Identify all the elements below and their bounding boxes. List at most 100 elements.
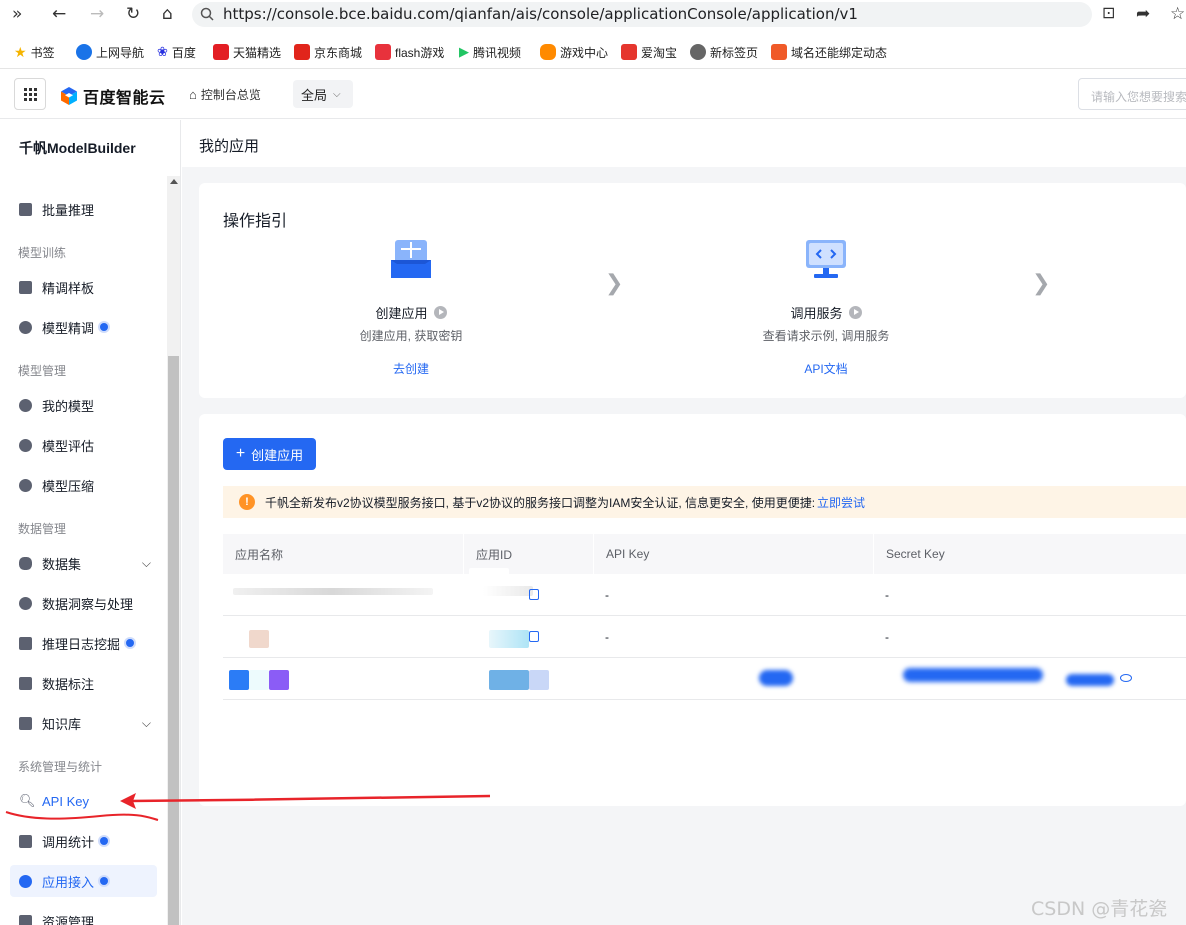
bookmark-item[interactable]: 上网导航: [76, 43, 144, 61]
column-header: 应用名称: [235, 547, 284, 562]
bookmark-label: 域名还能绑定动态: [791, 45, 887, 60]
bookmark-item[interactable]: 天猫精选: [213, 43, 281, 61]
bookmark-label: 书签: [30, 45, 55, 60]
stats-icon: [19, 834, 32, 848]
sidebar-scrollbar[interactable]: [167, 176, 180, 925]
forward-icon[interactable]: →: [90, 4, 104, 24]
bookmark-item[interactable]: 新标签页: [690, 43, 758, 61]
page-header: 我的应用: [182, 120, 1186, 167]
global-search-input[interactable]: 请输入您想要搜索: [1078, 78, 1186, 110]
play-video-icon[interactable]: [433, 306, 447, 319]
bookmark-item[interactable]: ★ 书签: [14, 43, 55, 61]
batch-icon: [19, 202, 32, 216]
sidebar-item-knowledge-base[interactable]: 知识库 ⌵: [10, 707, 157, 739]
chevron-down-icon: ⌵: [141, 715, 151, 730]
tmall-icon: [213, 44, 229, 60]
sidebar-item-cutoff: [40, 168, 100, 173]
bookmark-label: 百度: [171, 45, 196, 60]
eval-icon: [19, 438, 32, 452]
sidebar-item-resource-mgmt[interactable]: 资源管理: [10, 905, 157, 925]
sidebar-item-usage-stats[interactable]: 调用统计: [10, 825, 157, 857]
sidebar-item-model-compress[interactable]: 模型压缩: [10, 469, 157, 501]
bookmark-item[interactable]: ▶ 腾讯视频: [459, 43, 521, 61]
api-docs-link[interactable]: API文档: [726, 360, 926, 377]
sidebar-item-my-models[interactable]: 我的模型: [10, 389, 157, 421]
bookmark-label: 上网导航: [96, 45, 145, 60]
bookmark-item[interactable]: 京东商城: [294, 43, 362, 61]
bookmark-item[interactable]: 游戏中心: [540, 43, 608, 61]
bookmark-label: 天猫精选: [233, 45, 282, 60]
table-row[interactable]: - -: [223, 568, 1186, 616]
new-badge: [100, 323, 109, 331]
bookmark-label: flash游戏: [395, 45, 445, 60]
sidebar-item-datasets[interactable]: 数据集 ⌵: [10, 547, 157, 579]
product-menu-button[interactable]: [14, 78, 46, 110]
brand-name: 百度智能云: [83, 90, 166, 107]
plus-icon: +: [235, 445, 246, 462]
bookmark-item[interactable]: flash游戏: [375, 43, 444, 61]
globe-icon: [690, 44, 706, 60]
monitor-api-illustration-icon: [804, 238, 848, 282]
bookmark-item[interactable]: 爱淘宝: [621, 43, 677, 61]
sidebar-toggle-icon[interactable]: »: [12, 4, 22, 24]
table-row[interactable]: - -: [223, 616, 1186, 658]
sidebar-item-data-annotation[interactable]: 数据标注: [10, 667, 157, 699]
domain-site-icon: [771, 44, 787, 60]
console-home-link[interactable]: ⌂ 控制台总览: [189, 86, 261, 103]
try-now-link[interactable]: 立即尝试: [817, 494, 865, 511]
column-header: API Key: [593, 534, 873, 574]
reload-icon[interactable]: ↻: [126, 4, 140, 24]
scroll-up-icon[interactable]: [170, 179, 178, 184]
redacted-secret-key: [903, 668, 1043, 682]
app-table: 应用名称 应用ID API Key Secret Key - - - -: [223, 534, 1186, 700]
back-icon[interactable]: ←: [52, 4, 66, 24]
secret-key-cell: -: [885, 629, 889, 644]
bookmarks-bar: ★ 书签 上网导航 ❀ 百度 天猫精选 京东商城 flash游戏 ▶ 腾讯视频 游戏中…: [0, 34, 1186, 66]
sidebar-item-app-access[interactable]: 应用接入: [10, 865, 157, 897]
app-list-card: + 创建应用 ! 千帆全新发布v2协议模型服务接口, 基于v2协议的服务接口调整…: [199, 414, 1186, 806]
new-badge: [100, 877, 109, 885]
create-app-button[interactable]: + 创建应用: [223, 438, 316, 470]
sidebar-item-api-key[interactable]: 🔍︎ API Key: [10, 785, 157, 817]
brand-logo[interactable]: 百度智能云: [59, 84, 166, 108]
sidebar-item-batch-inference[interactable]: 批量推理: [10, 193, 157, 225]
share-icon[interactable]: ➦: [1136, 4, 1150, 24]
key-icon: 🔍︎: [19, 793, 36, 808]
region-select[interactable]: 全局 ⌵: [293, 80, 353, 108]
scrollbar-thumb[interactable]: [168, 356, 179, 925]
extension-icon[interactable]: ⊡: [1102, 3, 1115, 22]
app-id-cell: [523, 616, 553, 657]
console-home-label: 控制台总览: [200, 88, 261, 102]
bookmark-item[interactable]: 域名还能绑定动态: [771, 43, 887, 61]
table-row[interactable]: [223, 658, 1186, 700]
tencent-video-icon: ▶: [459, 44, 469, 59]
sidebar-item-data-insight[interactable]: 数据洞察与处理: [10, 587, 157, 619]
notice-text: 千帆全新发布v2协议模型服务接口, 基于v2协议的服务接口调整为IAM安全认证,…: [265, 495, 816, 510]
guide-step-create: 创建应用 创建应用, 获取密钥 去创建: [311, 238, 511, 377]
bookmark-item[interactable]: ❀ 百度: [157, 43, 196, 61]
sidebar-group-label: 系统管理与统计: [18, 760, 103, 774]
sidebar-item-model-eval[interactable]: 模型评估: [10, 429, 157, 461]
sidebar-item-log-mining[interactable]: 推理日志挖掘: [10, 627, 157, 659]
warning-icon: !: [239, 494, 255, 510]
sidebar-group-label: 模型训练: [18, 246, 67, 260]
chevron-down-icon: ⌵: [141, 555, 151, 570]
redacted-app-id: [529, 670, 549, 690]
cube-icon: [19, 320, 32, 334]
play-video-icon[interactable]: [848, 306, 862, 319]
search-icon: [200, 7, 214, 21]
copy-icon[interactable]: [529, 589, 539, 600]
template-icon: [19, 280, 32, 294]
step-description: 查看请求示例, 调用服务: [762, 329, 890, 343]
copy-icon[interactable]: [529, 631, 539, 642]
compress-icon: [19, 478, 32, 492]
notice-banner: ! 千帆全新发布v2协议模型服务接口, 基于v2协议的服务接口调整为IAM安全认…: [223, 486, 1186, 518]
sidebar-item-model-finetune[interactable]: 模型精调: [10, 311, 157, 343]
home-icon[interactable]: ⌂: [162, 4, 173, 24]
favorite-star-icon[interactable]: ☆: [1170, 4, 1185, 24]
sidebar-item-finetune-template[interactable]: 精调样板: [10, 271, 157, 303]
eye-icon[interactable]: [1120, 674, 1132, 682]
sidebar-title: 千帆ModelBuilder: [19, 140, 136, 156]
go-create-link[interactable]: 去创建: [311, 360, 511, 377]
annotate-icon: [19, 676, 32, 690]
